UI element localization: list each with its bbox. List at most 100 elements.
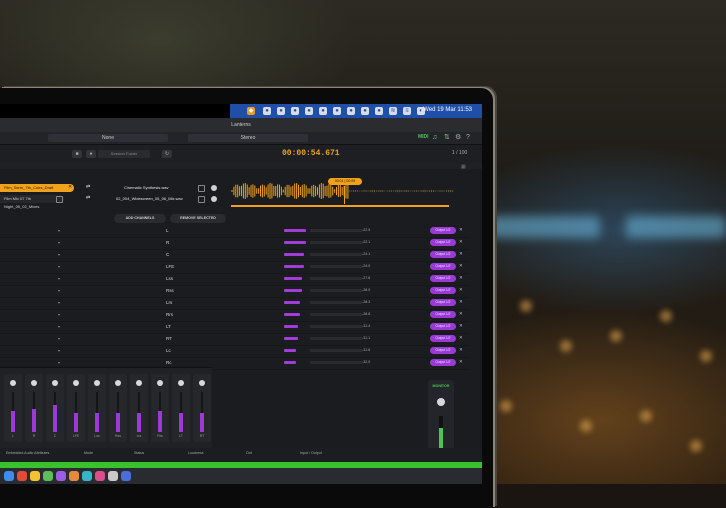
mixer-strip[interactable]: Rss [109, 374, 127, 442]
channel-dropdown-icon[interactable]: ▾ [58, 336, 60, 341]
menu-extra-icon[interactable]: ● [277, 107, 285, 115]
pan-knob[interactable] [115, 380, 121, 386]
pan-knob[interactable] [136, 380, 142, 386]
refresh-icon[interactable]: ↻ [162, 150, 172, 158]
pan-knob[interactable] [10, 380, 16, 386]
close-file-icon[interactable]: ✕ [68, 184, 72, 190]
channel-dropdown-icon[interactable]: ▾ [58, 324, 60, 329]
remove-channel-icon[interactable]: ✕ [459, 323, 463, 329]
channel-dropdown-icon[interactable]: ▾ [58, 288, 60, 293]
remove-channel-icon[interactable]: ✕ [459, 359, 463, 365]
mixer-strip[interactable]: LT [172, 374, 190, 442]
channel-dropdown-icon[interactable]: ▾ [58, 264, 60, 269]
remove-channel-icon[interactable]: ✕ [459, 251, 463, 257]
app-icon[interactable] [108, 471, 118, 481]
folder-icon[interactable] [198, 185, 205, 192]
app-icon[interactable] [69, 471, 79, 481]
mixer-strip[interactable]: LFE [67, 374, 85, 442]
remove-channel-icon[interactable]: ✕ [459, 311, 463, 317]
channel-dropdown-icon[interactable]: ▾ [58, 312, 60, 317]
channel-dropdown-icon[interactable]: ▾ [58, 276, 60, 281]
wifi-icon[interactable]: ≋ [389, 107, 397, 115]
channel-output-pill[interactable]: Output 1/2 [430, 299, 456, 306]
menu-extra-icon[interactable]: ● [305, 107, 313, 115]
remove-channel-icon[interactable]: ✕ [459, 227, 463, 233]
lock-icon[interactable]: ■ [72, 150, 82, 158]
playback-progress-bar[interactable] [231, 205, 449, 207]
file-dest-name[interactable]: 02_004_Widescreen_05_06_Mix.wav [116, 195, 183, 203]
channel-output-pill[interactable]: Output 1/2 [430, 311, 456, 318]
channel-output-pill[interactable]: Output 1/2 [430, 227, 456, 234]
menu-extra-icon[interactable]: ● [319, 107, 327, 115]
mixer-strip[interactable]: RT [193, 374, 211, 442]
remove-channel-icon[interactable]: ✕ [459, 347, 463, 353]
menu-extra-icon[interactable]: ● [263, 107, 271, 115]
pan-knob[interactable] [31, 380, 37, 386]
record-icon[interactable]: ● [86, 150, 96, 158]
grid-view-icon[interactable]: ▦ [461, 164, 466, 170]
add-channels-button[interactable]: ADD CHANNELS [114, 214, 166, 223]
playhead-line[interactable] [344, 186, 345, 204]
pan-knob[interactable] [157, 380, 163, 386]
file-row-source[interactable]: Film Mix 07 7th Night_05_02_Mixes [0, 195, 64, 209]
pan-knob[interactable] [52, 380, 58, 386]
remove-channel-icon[interactable]: ✕ [459, 299, 463, 305]
channel-dropdown-icon[interactable]: ▾ [58, 252, 60, 257]
channel-dropdown-icon[interactable]: ▾ [58, 360, 60, 365]
channel-output-pill[interactable]: Output 1/2 [430, 239, 456, 246]
mixer-strip[interactable]: L [4, 374, 22, 442]
play-dot-icon[interactable] [211, 196, 217, 202]
channel-output-pill[interactable]: Output 1/2 [430, 263, 456, 270]
channel-output-pill[interactable]: Output 1/2 [430, 323, 456, 330]
menubar-clock[interactable]: Wed 19 Mar 11:53 [423, 107, 472, 113]
play-dot-icon[interactable] [211, 185, 217, 191]
help-icon[interactable]: ? [466, 133, 470, 142]
remove-channel-icon[interactable]: ✕ [459, 263, 463, 269]
menu-extra-icon[interactable]: ● [375, 107, 383, 115]
app-icon[interactable] [82, 471, 92, 481]
pan-knob[interactable] [73, 380, 79, 386]
channel-output-pill[interactable]: Output 1/2 [430, 347, 456, 354]
app-icon[interactable] [95, 471, 105, 481]
remove-channel-icon[interactable]: ✕ [459, 275, 463, 281]
folder-icon[interactable] [198, 196, 205, 203]
format-dropdown[interactable]: Stereo [188, 134, 308, 142]
pan-knob[interactable] [178, 380, 184, 386]
app-icon[interactable] [30, 471, 40, 481]
channel-output-pill[interactable]: Output 1/2 [430, 359, 456, 366]
app-icon[interactable] [43, 471, 53, 481]
menu-extra-icon[interactable]: ● [291, 107, 299, 115]
pan-knob[interactable] [199, 380, 205, 386]
monitor-knob[interactable] [437, 398, 445, 406]
settings-icon[interactable]: ⚙ [455, 133, 461, 142]
sync-icon[interactable]: ⇅ [444, 133, 450, 142]
channel-output-pill[interactable]: Output 1/2 [430, 287, 456, 294]
app-icon[interactable] [56, 471, 66, 481]
midi-indicator[interactable]: MIDI [418, 134, 429, 140]
channel-output-pill[interactable]: Output 1/2 [430, 335, 456, 342]
mixer-strip[interactable]: Rrs [151, 374, 169, 442]
remove-channel-icon[interactable]: ✕ [459, 335, 463, 341]
app-icon[interactable] [121, 471, 131, 481]
mixer-strip[interactable]: Lrs [130, 374, 148, 442]
menu-extra-icon[interactable]: ● [347, 107, 355, 115]
finder-icon[interactable] [4, 471, 14, 481]
music-note-icon[interactable]: ♫ [432, 133, 437, 142]
file-dest-name[interactable]: Cinematic Synthesis.wav [124, 184, 168, 192]
channel-output-pill[interactable]: Output 1/2 [430, 251, 456, 258]
pan-knob[interactable] [94, 380, 100, 386]
remove-channel-icon[interactable]: ✕ [459, 239, 463, 245]
menu-extra-icon[interactable]: ● [333, 107, 341, 115]
remove-selected-button[interactable]: REMOVE SELECTED [170, 214, 226, 223]
mixer-strip[interactable]: Lss [88, 374, 106, 442]
control-center-icon[interactable]: ≡ [403, 107, 411, 115]
channel-dropdown-icon[interactable]: ▾ [58, 300, 60, 305]
file-row-source-selected[interactable]: Film_Stem_7th_Cues_Draft [0, 184, 74, 192]
mixer-strip[interactable]: R [25, 374, 43, 442]
app-status-icon[interactable]: ◆ [247, 107, 255, 115]
app-icon[interactable] [17, 471, 27, 481]
channel-dropdown-icon[interactable]: ▾ [58, 240, 60, 245]
input-dropdown[interactable]: None [48, 134, 168, 142]
mixer-strip[interactable]: C [46, 374, 64, 442]
channel-dropdown-icon[interactable]: ▾ [58, 228, 60, 233]
